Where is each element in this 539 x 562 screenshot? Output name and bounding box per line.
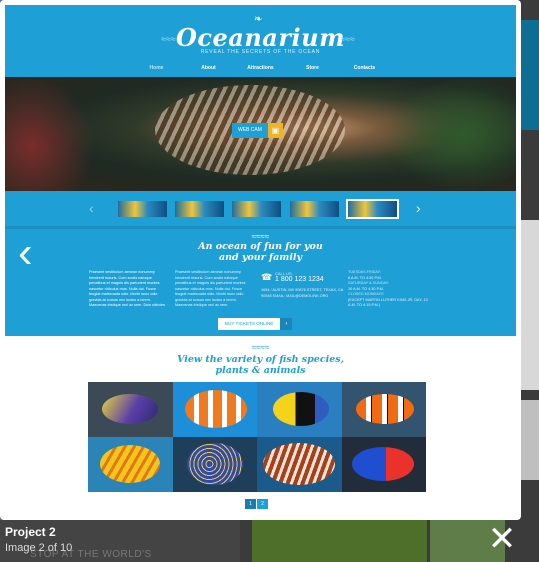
opening-hours: TUESDAY-FRIDAY: 8 A.M. TO 4:30 P.M. SATU… xyxy=(348,270,433,309)
variety-heading-line2: plants & animals xyxy=(215,365,306,376)
info-heading: An ocean of fun for you and your family xyxy=(5,241,516,263)
thumbnail xyxy=(232,201,281,217)
waves-icon: ≈≈≈ xyxy=(340,34,355,44)
variety-heading-line1: View the variety of fish species, xyxy=(177,354,344,365)
phone-number: 1 800 123 1234 xyxy=(275,276,324,283)
chevron-right-icon: › xyxy=(280,318,293,330)
close-button[interactable]: ✕ xyxy=(487,521,517,557)
nav-item-home: Home xyxy=(149,65,164,71)
thumbnail-strip: ‹ › xyxy=(5,191,516,226)
info-text-col2: Praesent vestibulum aenean nonummy hendr… xyxy=(175,270,246,307)
chevron-left-icon: ‹ xyxy=(89,200,94,216)
buy-tickets-label: BUY TICKETS ONLINE xyxy=(218,318,281,330)
info-text-col1: Praesent vestibulum aenean nonummy hendr… xyxy=(89,270,165,307)
fish-tile xyxy=(341,382,426,437)
nav-item-attractions: Attractions xyxy=(247,65,274,71)
nav-item-about: About xyxy=(201,65,216,71)
lightbox-counter: Image 2 of 10 xyxy=(5,542,73,554)
variety-heading: View the variety of fish species, plants… xyxy=(5,354,516,376)
thumbnail xyxy=(118,201,167,217)
bg-thumbnail-mid xyxy=(252,520,427,562)
lightbox-title: Project 2 xyxy=(5,525,56,539)
thumbnail-selected xyxy=(346,199,399,219)
info-heading-line2: and your family xyxy=(218,252,303,263)
webcam-label: WEB CAM xyxy=(232,123,268,138)
fish-tile xyxy=(257,437,342,492)
section-divider xyxy=(5,226,516,229)
lightbox-image: ❧ ≈≈≈ Oceanarium ≈≈≈ REVEAL THE SECRETS … xyxy=(5,5,516,515)
fish-tile xyxy=(172,382,257,437)
webcam-icon: ▣ xyxy=(267,123,283,138)
site-header: ❧ ≈≈≈ Oceanarium ≈≈≈ REVEAL THE SECRETS … xyxy=(5,5,516,77)
info-heading-line1: An ocean of fun for you xyxy=(198,241,323,252)
pager-dot: 1 xyxy=(245,499,256,509)
fish-gallery xyxy=(88,382,426,492)
site-nav: Home About Attractions Store Contacts xyxy=(5,63,516,78)
fish-tile xyxy=(88,437,173,492)
address-text: 1654 / AUSTIN, MX 90876 STREET, TEXAS, C… xyxy=(261,288,344,298)
lightbox-frame: ❧ ≈≈≈ Oceanarium ≈≈≈ REVEAL THE SECRETS … xyxy=(0,0,521,520)
waves-icon: ≈≈≈≈ xyxy=(251,343,270,352)
thumbnail xyxy=(175,201,224,217)
fish-tile xyxy=(88,382,173,437)
phone-icon: ☎ xyxy=(261,272,273,282)
hero-image: WEB CAM ▣ xyxy=(5,77,516,191)
chevron-right-icon: › xyxy=(416,200,421,216)
chevron-left-icon: ‹ xyxy=(18,228,33,277)
nav-item-store: Store xyxy=(306,65,319,71)
hours-value: (EXCEPT MARTIN LUTHER KING JR. DAY, 10 A… xyxy=(348,297,428,308)
pager-dot: 2 xyxy=(257,499,268,509)
webcam-button: WEB CAM ▣ xyxy=(232,123,283,138)
site-tagline: REVEAL THE SECRETS OF THE OCEAN xyxy=(200,49,321,55)
gallery-pager: 1 2 xyxy=(245,499,268,509)
fish-tile xyxy=(257,382,342,437)
nav-item-contacts: Contacts xyxy=(353,65,376,71)
waves-icon: ≈≈≈≈ xyxy=(251,232,270,241)
hero-coral-right xyxy=(386,77,516,191)
thumbnail xyxy=(290,201,339,217)
info-section: ≈≈≈≈ An ocean of fun for you and your fa… xyxy=(5,226,516,336)
fish-tile xyxy=(172,437,257,492)
fish-tile xyxy=(341,437,426,492)
previous-image-button[interactable]: ‹ xyxy=(18,228,52,278)
hero-coral-left xyxy=(5,77,95,191)
close-icon: ✕ xyxy=(487,520,517,558)
buy-tickets-button: BUY TICKETS ONLINE › xyxy=(218,318,293,330)
site-logo: Oceanarium xyxy=(176,23,345,52)
